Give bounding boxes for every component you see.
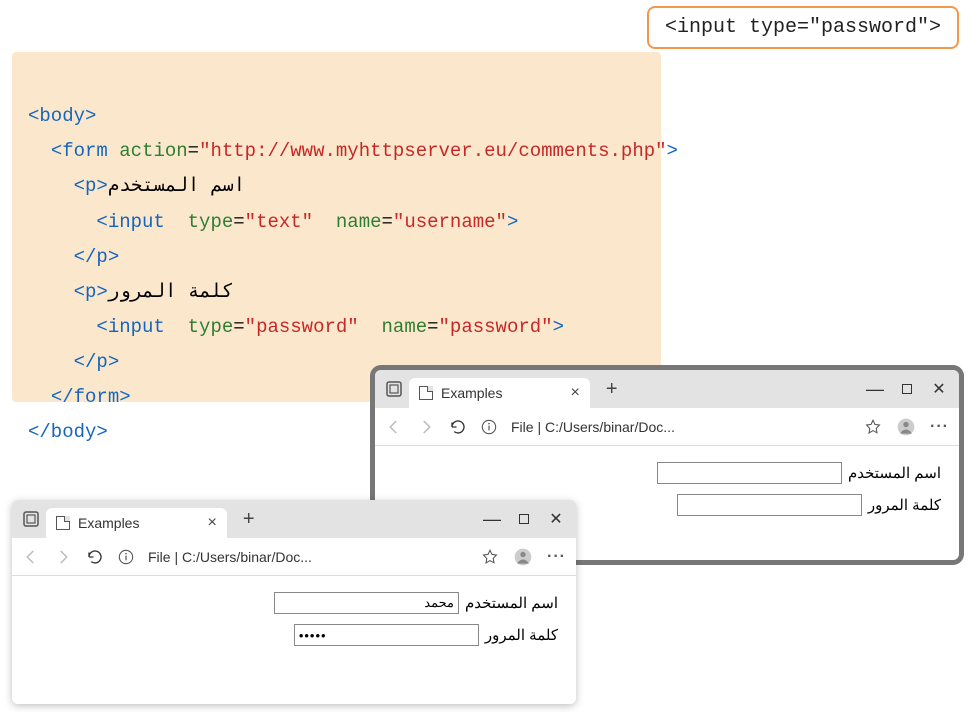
code-token: <p> <box>74 281 108 303</box>
code-token: <form <box>51 140 108 162</box>
username-label: اسم المستخدم <box>465 594 558 612</box>
code-token: </p> <box>74 351 120 373</box>
titlebar: Examples × + — ✕ <box>12 500 576 538</box>
code-token: "http://www.myhttpserver.eu/comments.php… <box>199 140 666 162</box>
new-tab-button[interactable]: + <box>600 378 624 401</box>
minimize-button[interactable]: — <box>476 514 508 524</box>
code-token: </p> <box>74 246 120 268</box>
forward-button[interactable] <box>54 548 72 566</box>
code-token: type <box>188 316 234 338</box>
favorite-button[interactable] <box>481 548 499 566</box>
url-text[interactable]: File | C:/Users/binar/Doc... <box>511 419 850 435</box>
code-token: <input <box>96 211 164 233</box>
minimize-button[interactable]: — <box>859 384 891 394</box>
close-window-button[interactable]: ✕ <box>540 509 572 529</box>
code-token: action <box>119 140 187 162</box>
code-token: </form> <box>51 386 131 408</box>
code-text: كلمة المرور <box>108 281 234 303</box>
url-text[interactable]: File | C:/Users/binar/Doc... <box>148 549 467 565</box>
more-button[interactable]: ··· <box>547 548 566 566</box>
document-icon <box>419 386 433 400</box>
code-token: </body> <box>28 421 108 443</box>
close-icon[interactable]: × <box>570 384 579 402</box>
site-info-icon[interactable] <box>481 419 497 435</box>
tab-title: Examples <box>78 515 139 531</box>
username-input[interactable] <box>657 462 842 484</box>
maximize-button[interactable] <box>508 511 540 527</box>
code-token: "text" <box>245 211 313 233</box>
code-token: <body> <box>28 105 96 127</box>
back-button[interactable] <box>385 418 403 436</box>
code-token: <p> <box>74 175 108 197</box>
browser-tab[interactable]: Examples × <box>46 508 227 538</box>
code-token: > <box>553 316 564 338</box>
password-input[interactable] <box>294 624 479 646</box>
code-token: <input <box>96 316 164 338</box>
username-label: اسم المستخدم <box>848 464 941 482</box>
tabs-panel-icon[interactable] <box>385 380 403 398</box>
code-token: > <box>507 211 518 233</box>
callout-input-password: <input type="password"> <box>647 6 959 49</box>
tabs-panel-icon[interactable] <box>22 510 40 528</box>
code-token: > <box>667 140 678 162</box>
code-token: type <box>188 211 234 233</box>
callout-text: <input type="password"> <box>665 16 941 39</box>
close-window-button[interactable]: ✕ <box>923 379 955 399</box>
profile-button[interactable] <box>896 417 916 437</box>
site-info-icon[interactable] <box>118 549 134 565</box>
more-button[interactable]: ··· <box>930 418 949 436</box>
code-token: "password" <box>439 316 553 338</box>
profile-button[interactable] <box>513 547 533 567</box>
code-token: name <box>336 211 382 233</box>
username-row: اسم المستخدم <box>393 462 941 484</box>
address-bar: File | C:/Users/binar/Doc... ··· <box>375 408 959 446</box>
password-label: كلمة المرور <box>868 496 941 514</box>
favorite-button[interactable] <box>864 418 882 436</box>
back-button[interactable] <box>22 548 40 566</box>
address-bar: File | C:/Users/binar/Doc... ··· <box>12 538 576 576</box>
code-token: "username" <box>393 211 507 233</box>
code-text: اسم المستخدم <box>108 175 245 197</box>
forward-button[interactable] <box>417 418 435 436</box>
document-icon <box>56 516 70 530</box>
html-code-block: <body> <form action="http://www.myhttpse… <box>12 52 661 402</box>
code-token: name <box>382 316 428 338</box>
close-icon[interactable]: × <box>207 514 216 532</box>
reload-button[interactable] <box>449 418 467 436</box>
page-content: اسم المستخدم كلمة المرور <box>12 576 576 672</box>
password-input[interactable] <box>677 494 862 516</box>
titlebar: Examples × + — ✕ <box>375 370 959 408</box>
reload-button[interactable] <box>86 548 104 566</box>
code-token: "password" <box>245 316 359 338</box>
tab-title: Examples <box>441 385 502 401</box>
username-row: اسم المستخدم <box>30 592 558 614</box>
new-tab-button[interactable]: + <box>237 508 261 531</box>
browser-tab[interactable]: Examples × <box>409 378 590 408</box>
username-input[interactable] <box>274 592 459 614</box>
password-label: كلمة المرور <box>485 626 558 644</box>
password-row: كلمة المرور <box>30 624 558 646</box>
browser-window-filled: Examples × + — ✕ File | C:/Users/binar/D… <box>12 500 576 704</box>
maximize-button[interactable] <box>891 381 923 397</box>
